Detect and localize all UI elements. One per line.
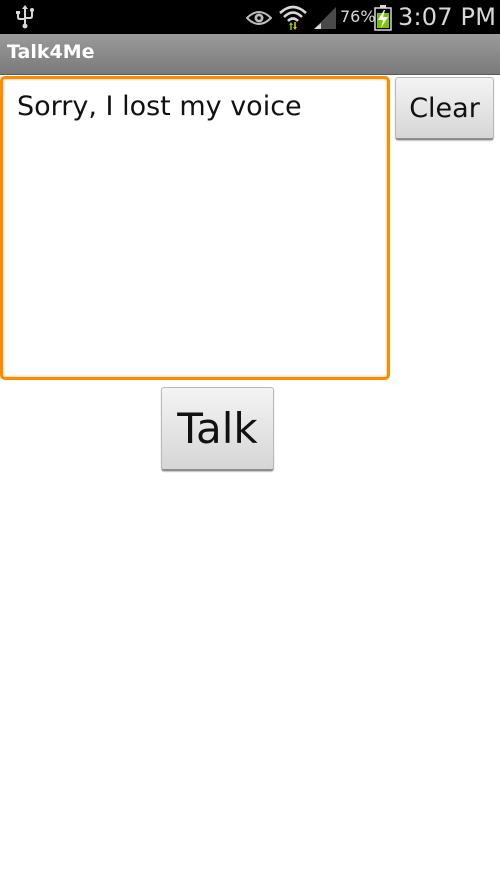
eye-icon xyxy=(246,11,272,25)
battery-charging-icon xyxy=(374,5,392,31)
signal-icon xyxy=(314,7,336,29)
talk-button[interactable]: Talk xyxy=(161,387,274,471)
wifi-icon xyxy=(279,5,307,30)
clear-button[interactable]: Clear xyxy=(395,77,494,140)
battery-percent: 76% xyxy=(340,7,376,26)
usb-icon xyxy=(16,5,34,29)
title-bar: Talk4Me xyxy=(0,34,500,75)
message-input[interactable]: Sorry, I lost my voice xyxy=(3,79,387,377)
message-textbox[interactable]: Sorry, I lost my voice xyxy=(0,76,390,380)
status-bar: 76% 3:07 PM xyxy=(0,0,500,34)
status-clock: 3:07 PM xyxy=(398,3,497,31)
app-title: Talk4Me xyxy=(7,41,95,63)
